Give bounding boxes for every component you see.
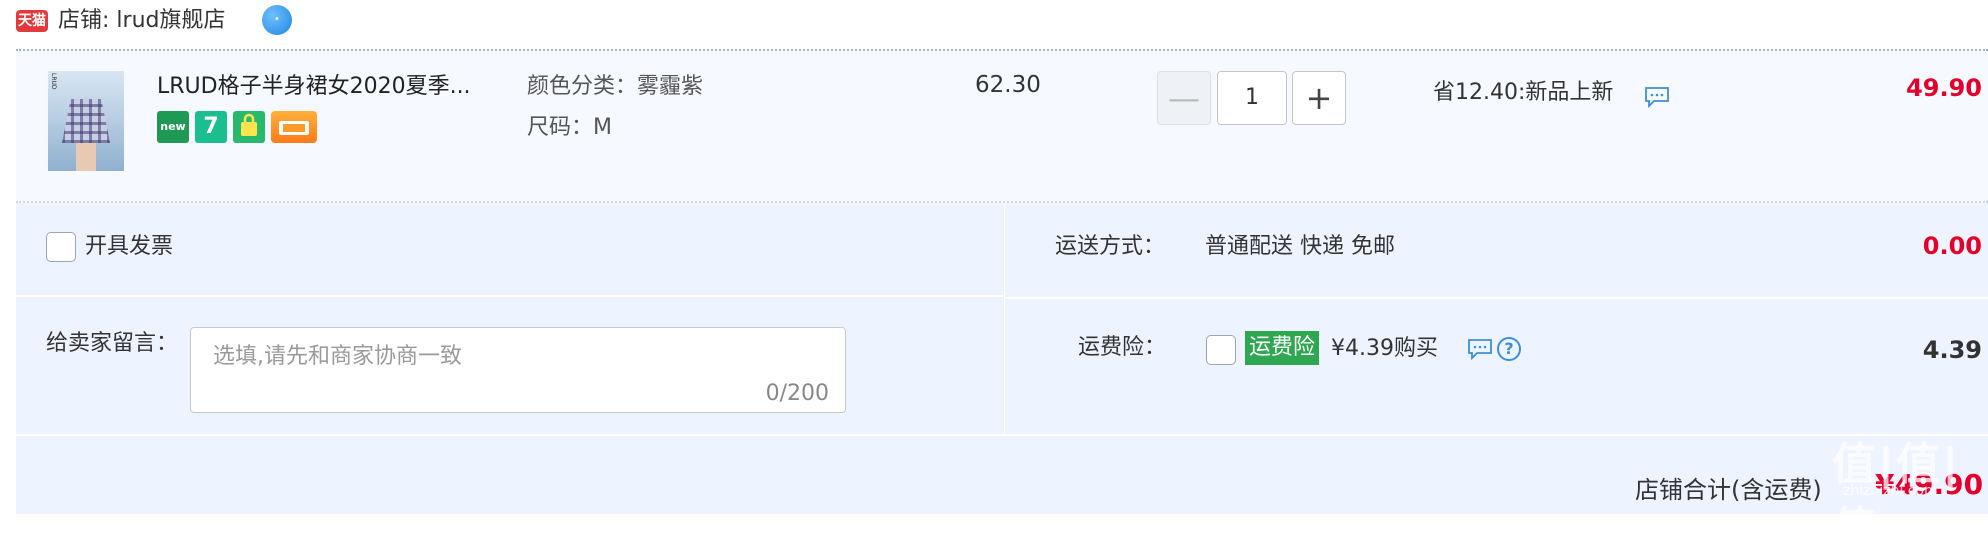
shopping-bag-icon xyxy=(233,111,265,143)
quantity-decrease-button[interactable]: — xyxy=(1157,71,1211,125)
sku-size-label: 尺码： xyxy=(527,115,594,140)
column-divider xyxy=(1004,203,1005,435)
seven-day-return-icon: 7 xyxy=(195,111,227,143)
wangwang-chat-icon[interactable]: • xyxy=(262,5,292,35)
message-textarea[interactable]: 选填,请先和商家协商一致 0/200 xyxy=(190,327,846,413)
sku-color-value: 雾霾紫 xyxy=(637,74,704,99)
row-divider xyxy=(1005,297,1988,299)
tmall-logo-badge: 天猫 xyxy=(16,10,48,32)
thumbnail-brand-tag: LRUD xyxy=(50,73,57,90)
insurance-fee: 4.39 xyxy=(1922,336,1982,364)
sku-color: 颜色分类：雾霾紫 xyxy=(527,72,703,102)
discount-info: 省12.40:新品上新 xyxy=(1433,74,1613,106)
delivery-method[interactable]: 普通配送 快递 免邮 xyxy=(1205,232,1395,262)
row-divider xyxy=(16,434,1988,436)
message-placeholder: 选填,请先和商家协商一致 xyxy=(213,344,462,369)
legs-image xyxy=(76,143,96,171)
unit-price: 62.30 xyxy=(975,72,1041,98)
row-divider xyxy=(16,295,1004,297)
message-char-counter: 0/200 xyxy=(765,381,829,406)
new-badge-icon: new xyxy=(157,111,189,143)
skirt-image xyxy=(62,99,110,143)
insurance-chat-icon[interactable] xyxy=(1467,338,1493,364)
invoice-label: 开具发票 xyxy=(85,234,174,259)
insurance-price: ¥4.39购买 xyxy=(1331,336,1438,361)
store-total-label: 店铺合计(含运费) xyxy=(1635,476,1822,504)
service-badges: new 7 xyxy=(157,111,317,143)
quantity-increase-button[interactable]: + xyxy=(1292,71,1346,125)
promo-chat-icon[interactable] xyxy=(1644,86,1670,112)
delivery-fee: 0.00 xyxy=(1922,232,1982,260)
help-icon[interactable]: ? xyxy=(1497,337,1521,361)
watermark-url: zhizhizhi.com xyxy=(1843,483,1938,499)
item-subtotal: 49.90 xyxy=(1906,74,1982,102)
message-label: 给卖家留言： xyxy=(46,331,179,356)
product-title[interactable]: LRUD格子半身裙女2020夏季... xyxy=(157,72,471,102)
sku-color-label: 颜色分类： xyxy=(527,74,638,99)
insurance-checkbox[interactable] xyxy=(1206,335,1236,365)
sku-size-value: M xyxy=(593,115,612,140)
insurance-label: 运费险： xyxy=(1078,335,1167,360)
product-thumbnail[interactable]: LRUD xyxy=(48,71,124,171)
credit-card-icon xyxy=(271,111,317,143)
quantity-input[interactable]: 1 xyxy=(1217,71,1287,125)
sku-size: 尺码：M xyxy=(527,113,612,143)
shop-name[interactable]: 店铺: lrud旗舰店 xyxy=(58,6,225,36)
delivery-label: 运送方式： xyxy=(1055,234,1166,259)
invoice-checkbox[interactable] xyxy=(46,232,76,262)
discount-text: 省12.40:新品上新 xyxy=(1433,80,1614,105)
insurance-tag: 运费险 xyxy=(1245,331,1320,365)
